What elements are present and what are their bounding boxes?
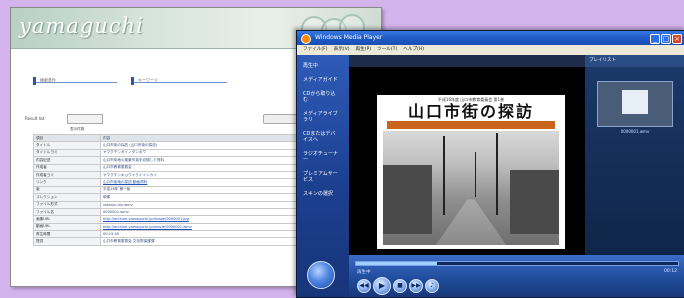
poster-title: 山口市街の探訪	[407, 102, 534, 121]
minimize-button[interactable]: _	[650, 34, 660, 44]
nav-item[interactable]: プレミアムサービス	[303, 171, 339, 183]
playlist-thumbnail[interactable]: 0000001.wmv	[597, 81, 673, 134]
keyword-field[interactable]: キーワード	[131, 70, 227, 85]
video-frame: 平成16年度 山口市教育委員会 第1巻 山口市街の探訪	[377, 95, 565, 249]
seek-bar[interactable]	[355, 261, 679, 266]
row-key: 作成者ヨミ	[33, 170, 101, 180]
video-area[interactable]: 平成16年度 山口市教育委員会 第1巻 山口市街の探訪	[349, 55, 585, 255]
street-photo	[383, 131, 559, 245]
page-size-value: 表示件数	[70, 127, 85, 131]
row-key: 再生時間	[33, 230, 101, 239]
media-player-window: Windows Media Player _ □ × ファイル(F) 表示(V) 再生(…	[296, 30, 684, 298]
row-key: 提供	[33, 237, 101, 246]
poster-band	[387, 121, 555, 129]
utility-pole	[442, 135, 445, 216]
player-app-icon	[301, 34, 311, 44]
playlist-pane: プレイリスト 0000001.wmv	[585, 55, 684, 255]
player-nav-sidebar: 再生中メディアガイド CDから取り込む メディアライブラリ CDまたはデバイスへ ラジオ…	[297, 55, 349, 297]
player-title-bar[interactable]: Windows Media Player _ □ ×	[297, 31, 684, 45]
playback-time: 00:12	[664, 269, 677, 274]
nav-item[interactable]: CDまたはデバイスへ	[303, 131, 339, 143]
keyword-field-label: キーワード	[138, 77, 158, 83]
row-key: 内容記述	[33, 156, 101, 165]
menu-item[interactable]: 表示(V)	[334, 47, 350, 52]
field-marker-icon	[33, 76, 36, 85]
row-key: タイトル	[33, 141, 101, 150]
row-key: 項目	[33, 133, 101, 143]
utility-pole	[495, 133, 498, 216]
maximize-button[interactable]: □	[661, 34, 671, 44]
stop-button[interactable]: ■	[393, 279, 407, 293]
rewind-button[interactable]: ◀◀	[357, 279, 371, 293]
condition-field[interactable]: 検索条件	[33, 70, 117, 85]
fast-forward-button[interactable]: ▶▶	[409, 279, 423, 293]
playback-status: 再生中	[357, 270, 371, 275]
nav-item[interactable]: CDから取り込む	[303, 91, 339, 103]
volume-button[interactable]: ♪	[425, 279, 439, 293]
menu-item[interactable]: ファイル(F)	[303, 47, 328, 52]
seek-progress	[356, 262, 437, 265]
page-size-select[interactable]: 表示件数	[67, 114, 103, 131]
condition-field-label: 検索条件	[40, 77, 56, 83]
toolbar-button-1[interactable]	[263, 114, 297, 124]
field-marker-icon	[131, 76, 134, 85]
row-key: ファイル名	[33, 207, 101, 217]
nav-item[interactable]: メディアガイド	[303, 77, 339, 83]
row-key: リンク	[33, 178, 101, 187]
player-orb-icon[interactable]	[307, 261, 335, 289]
nav-item[interactable]: スキンの選択	[303, 191, 339, 197]
close-button[interactable]: ×	[672, 34, 682, 44]
row-key: 版	[33, 185, 101, 195]
play-button[interactable]: ▶	[373, 277, 391, 295]
right-buildings	[509, 169, 559, 234]
nav-item[interactable]: メディアライブラリ	[303, 111, 339, 123]
playlist-header[interactable]: プレイリスト	[585, 55, 684, 67]
row-key: ファイル形式	[33, 200, 101, 209]
left-buildings	[383, 165, 433, 234]
site-logo[interactable]: yamaguchi	[19, 14, 144, 38]
row-key: 動画URL	[33, 222, 101, 232]
row-key: コレクション	[33, 193, 101, 202]
thumbnail-caption: 0000001.wmv	[620, 129, 650, 134]
result-list-label: Result list	[25, 116, 45, 121]
nav-item[interactable]: ラジオチューナー	[303, 151, 339, 163]
window-controls: _ □ ×	[649, 33, 682, 44]
menu-item[interactable]: ツール(T)	[377, 47, 397, 52]
playback-controls: 再生中 00:12 ◀◀ ▶ ■ ▶▶ ♪	[349, 255, 684, 297]
nav-item[interactable]: 再生中	[303, 63, 339, 69]
menu-item[interactable]: 再生(P)	[356, 47, 372, 52]
video-top-bar	[349, 55, 585, 67]
row-key: 作成者	[33, 163, 101, 172]
album-art-icon	[622, 90, 648, 114]
row-key: 画像URL	[33, 215, 101, 224]
menu-item[interactable]: ヘルプ(H)	[403, 47, 424, 52]
row-key: タイトルヨミ	[33, 148, 101, 158]
utility-pole	[474, 151, 476, 198]
player-title: Windows Media Player	[315, 34, 383, 41]
